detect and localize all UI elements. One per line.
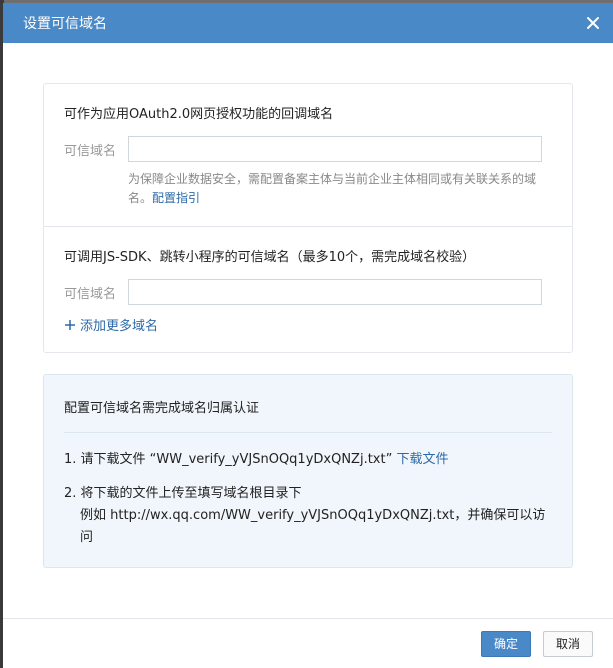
jssdk-domain-input[interactable] — [128, 279, 542, 305]
jssdk-domain-label: 可信域名 — [64, 286, 117, 302]
jssdk-domain-section: 可调用JS-SDK、跳转小程序的可信域名（最多10个，需完成域名校验） 可信域名… — [44, 226, 572, 352]
trusted-domain-dialog: 设置可信域名 可作为应用OAuth2.0网页授权功能的回调域名 可信域名 为保障… — [3, 3, 613, 668]
jssdk-domain-row: 可信域名 — [64, 279, 552, 305]
oauth-domain-label: 可信域名 — [64, 143, 117, 159]
step1-text: 1. 请下载文件 “WW_verify_yVJSnOQq1yDxQNZj.txt… — [64, 452, 393, 467]
verification-step-1: 1. 请下载文件 “WW_verify_yVJSnOQq1yDxQNZj.txt… — [64, 449, 552, 471]
oauth-domain-row: 可信域名 — [64, 136, 552, 162]
plus-icon — [65, 319, 75, 330]
oauth-domain-section: 可作为应用OAuth2.0网页授权功能的回调域名 可信域名 为保障企业数据安全，… — [44, 84, 572, 226]
oauth-domain-hint: 为保障企业数据安全，需配置备案主体与当前企业主体相同或有关联关系的域名。配置指引 — [128, 170, 548, 208]
jssdk-section-title: 可调用JS-SDK、跳转小程序的可信域名（最多10个，需完成域名校验） — [64, 250, 476, 265]
step2-line-1: 2. 将下载的文件上传至填写域名根目录下 — [64, 486, 302, 501]
dialog-body: 可作为应用OAuth2.0网页授权功能的回调域名 可信域名 为保障企业数据安全，… — [3, 43, 613, 568]
config-guide-link[interactable]: 配置指引 — [152, 191, 200, 205]
dialog-header: 设置可信域名 — [3, 3, 613, 43]
close-icon[interactable] — [585, 15, 601, 31]
confirm-button[interactable]: 确定 — [480, 630, 531, 657]
cancel-button[interactable]: 取消 — [542, 630, 593, 657]
add-more-domains-button[interactable]: 添加更多域名 — [64, 315, 552, 334]
domain-verification-panel: 配置可信域名需完成域名归属认证 1. 请下载文件 “WW_verify_yVJS… — [43, 374, 573, 568]
oauth-section-title: 可作为应用OAuth2.0网页授权功能的回调域名 — [64, 107, 334, 122]
oauth-domain-input[interactable] — [128, 136, 542, 162]
step2-line-2: 例如 http://wx.qq.com/WW_verify_yVJSnOQq1y… — [80, 508, 546, 545]
dialog-title: 设置可信域名 — [23, 16, 107, 32]
dialog-footer: 确定 取消 — [3, 618, 613, 668]
verification-step-2: 2. 将下载的文件上传至填写域名根目录下 例如 http://wx.qq.com… — [64, 483, 552, 549]
verification-title: 配置可信域名需完成域名归属认证 — [64, 397, 552, 433]
download-file-link[interactable]: 下载文件 — [396, 452, 448, 467]
add-more-label: 添加更多域名 — [80, 319, 159, 334]
domain-config-card: 可作为应用OAuth2.0网页授权功能的回调域名 可信域名 为保障企业数据安全，… — [43, 83, 573, 353]
